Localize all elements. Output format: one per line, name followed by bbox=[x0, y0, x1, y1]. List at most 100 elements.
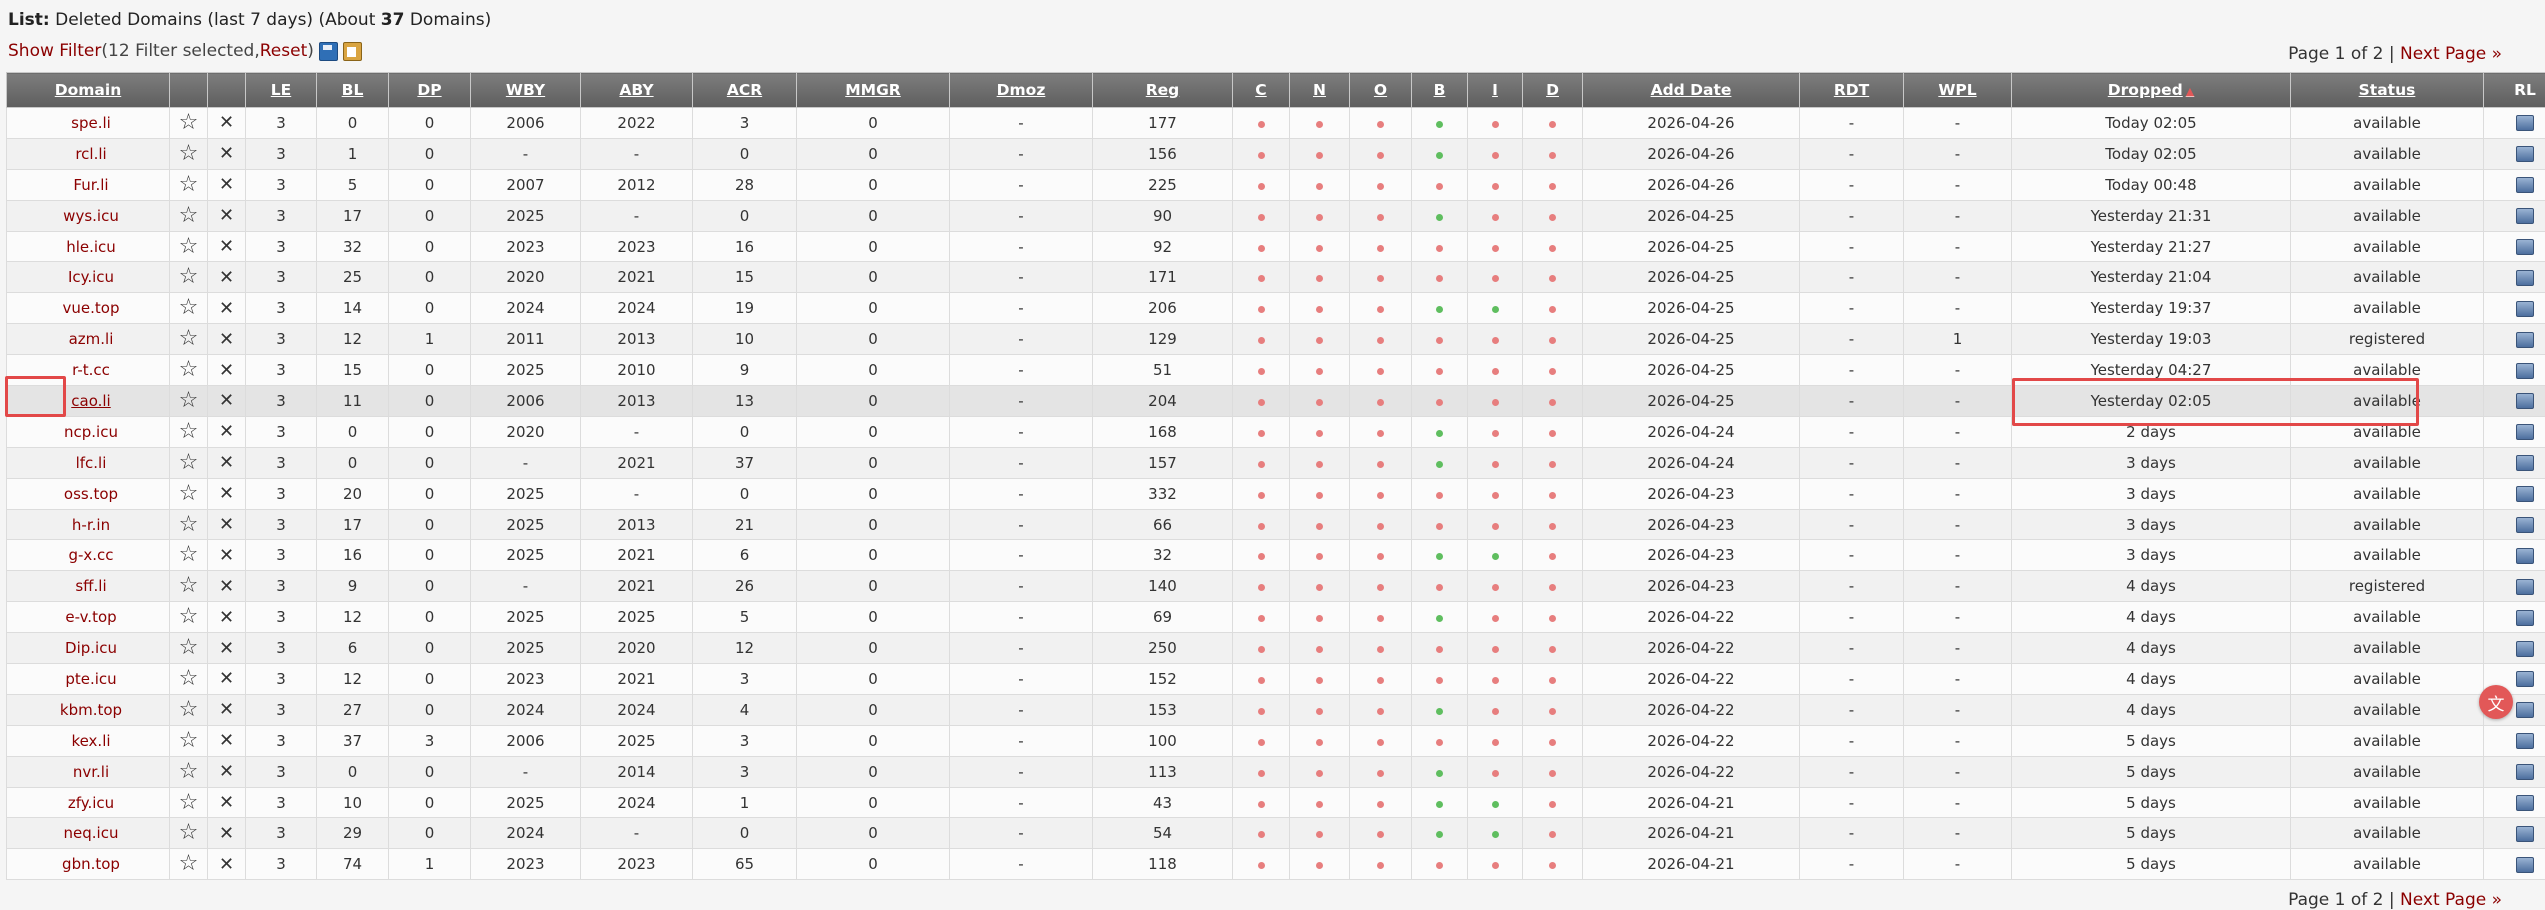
domain-link[interactable]: hle.icu bbox=[6, 230, 170, 263]
col-c[interactable]: C bbox=[1232, 72, 1290, 108]
whois-icon[interactable] bbox=[2516, 517, 2534, 534]
translate-icon[interactable]: 文 bbox=[2479, 685, 2513, 719]
star-icon[interactable]: ☆ bbox=[179, 141, 199, 166]
col-domain[interactable]: Domain bbox=[6, 72, 170, 108]
star-icon[interactable]: ☆ bbox=[179, 542, 199, 567]
domain-link[interactable]: r-t.cc bbox=[6, 354, 170, 387]
whois-icon[interactable] bbox=[2516, 300, 2534, 317]
col-i[interactable]: I bbox=[1467, 72, 1523, 108]
close-icon[interactable]: ✕ bbox=[219, 699, 234, 720]
whois-icon[interactable] bbox=[2516, 239, 2534, 255]
domain-link[interactable]: spe.li bbox=[6, 107, 170, 139]
whois-icon[interactable] bbox=[2516, 764, 2534, 781]
whois-icon[interactable] bbox=[2516, 362, 2534, 379]
close-icon[interactable]: ✕ bbox=[219, 638, 234, 659]
star-icon[interactable]: ☆ bbox=[179, 666, 199, 691]
col-status[interactable]: Status bbox=[2290, 72, 2484, 108]
domain-link[interactable]: wys.icu bbox=[6, 199, 170, 232]
col-dropped[interactable]: Dropped ▲ bbox=[2011, 72, 2291, 108]
close-icon[interactable]: ✕ bbox=[219, 668, 234, 689]
whois-icon[interactable] bbox=[2516, 609, 2534, 626]
col-o[interactable]: O bbox=[1349, 72, 1412, 108]
col-reg[interactable]: Reg bbox=[1092, 72, 1233, 108]
whois-icon[interactable] bbox=[2516, 455, 2534, 472]
whois-icon[interactable] bbox=[2516, 856, 2534, 873]
domain-link[interactable]: kex.li bbox=[6, 724, 170, 757]
save-icon[interactable] bbox=[318, 41, 338, 61]
close-icon[interactable]: ✕ bbox=[219, 792, 234, 813]
star-icon[interactable]: ☆ bbox=[179, 820, 199, 845]
star-icon[interactable]: ☆ bbox=[179, 573, 199, 598]
close-icon[interactable]: ✕ bbox=[219, 514, 234, 535]
domain-link[interactable]: kbm.top bbox=[6, 693, 170, 726]
domain-link[interactable]: zfy.icu bbox=[6, 786, 170, 819]
domain-link[interactable]: oss.top bbox=[6, 477, 170, 510]
star-icon[interactable]: ☆ bbox=[179, 759, 199, 784]
star-icon[interactable]: ☆ bbox=[179, 604, 199, 629]
domain-link[interactable]: pte.icu bbox=[6, 663, 170, 695]
whois-icon[interactable] bbox=[2516, 486, 2534, 503]
whois-icon[interactable] bbox=[2516, 393, 2534, 410]
whois-icon[interactable] bbox=[2516, 702, 2534, 719]
star-icon[interactable]: ☆ bbox=[179, 450, 199, 475]
whois-icon[interactable] bbox=[2516, 177, 2534, 194]
domain-link[interactable]: vue.top bbox=[6, 292, 170, 325]
close-icon[interactable]: ✕ bbox=[219, 390, 234, 411]
close-icon[interactable]: ✕ bbox=[219, 483, 234, 504]
domain-link[interactable]: Dip.icu bbox=[6, 632, 170, 665]
close-icon[interactable]: ✕ bbox=[219, 298, 234, 319]
col-acr[interactable]: ACR bbox=[692, 72, 797, 108]
star-icon[interactable]: ☆ bbox=[179, 295, 199, 320]
whois-icon[interactable] bbox=[2516, 671, 2534, 688]
domain-link[interactable]: e-v.top bbox=[6, 601, 170, 634]
close-icon[interactable]: ✕ bbox=[219, 761, 234, 782]
whois-icon[interactable] bbox=[2516, 146, 2534, 163]
whois-icon[interactable] bbox=[2516, 424, 2534, 441]
domain-link[interactable]: h-r.in bbox=[6, 508, 170, 541]
close-icon[interactable]: ✕ bbox=[219, 267, 234, 288]
col-wby[interactable]: WBY bbox=[470, 72, 581, 108]
whois-icon[interactable] bbox=[2516, 208, 2534, 225]
close-icon[interactable]: ✕ bbox=[219, 545, 234, 566]
show-filter-link[interactable]: Show Filter bbox=[8, 41, 101, 61]
domain-link[interactable]: g-x.cc bbox=[6, 539, 170, 572]
close-icon[interactable]: ✕ bbox=[219, 607, 234, 628]
whois-icon[interactable] bbox=[2516, 115, 2534, 132]
col-bl[interactable]: BL bbox=[316, 72, 389, 108]
next-page-link-bottom[interactable]: Next Page » bbox=[2400, 890, 2502, 910]
star-icon[interactable]: ☆ bbox=[179, 635, 199, 660]
domain-link[interactable]: neq.icu bbox=[6, 817, 170, 850]
close-icon[interactable]: ✕ bbox=[219, 421, 234, 442]
star-icon[interactable]: ☆ bbox=[179, 172, 199, 197]
whois-icon[interactable] bbox=[2516, 795, 2534, 812]
star-icon[interactable]: ☆ bbox=[179, 790, 199, 815]
whois-icon[interactable] bbox=[2516, 578, 2534, 595]
close-icon[interactable]: ✕ bbox=[219, 143, 234, 164]
close-icon[interactable]: ✕ bbox=[219, 730, 234, 751]
star-icon[interactable]: ☆ bbox=[179, 388, 199, 413]
close-icon[interactable]: ✕ bbox=[219, 576, 234, 597]
clipboard-icon[interactable] bbox=[342, 41, 362, 61]
close-icon[interactable]: ✕ bbox=[219, 205, 234, 226]
close-icon[interactable]: ✕ bbox=[219, 174, 234, 195]
col-dp[interactable]: DP bbox=[388, 72, 471, 108]
col-d[interactable]: D bbox=[1522, 72, 1583, 108]
whois-icon[interactable] bbox=[2516, 547, 2534, 564]
close-icon[interactable]: ✕ bbox=[219, 452, 234, 473]
domain-link[interactable]: lfc.li bbox=[6, 446, 170, 479]
domain-link[interactable]: cao.li bbox=[6, 385, 170, 417]
domain-link[interactable]: rcl.li bbox=[6, 137, 170, 170]
next-page-link[interactable]: Next Page » bbox=[2400, 44, 2502, 64]
domain-link[interactable]: nvr.li bbox=[6, 755, 170, 788]
col-aby[interactable]: ABY bbox=[580, 72, 693, 108]
close-icon[interactable]: ✕ bbox=[219, 823, 234, 844]
whois-icon[interactable] bbox=[2516, 331, 2534, 348]
whois-icon[interactable] bbox=[2516, 269, 2534, 286]
col-rdt[interactable]: RDT bbox=[1799, 72, 1904, 108]
col-wpl[interactable]: WPL bbox=[1903, 72, 2012, 108]
star-icon[interactable]: ☆ bbox=[179, 326, 199, 351]
col-dmoz[interactable]: Dmoz bbox=[949, 72, 1093, 108]
star-icon[interactable]: ☆ bbox=[179, 203, 199, 228]
domain-link[interactable]: Fur.li bbox=[6, 168, 170, 201]
col-le[interactable]: LE bbox=[245, 72, 317, 108]
